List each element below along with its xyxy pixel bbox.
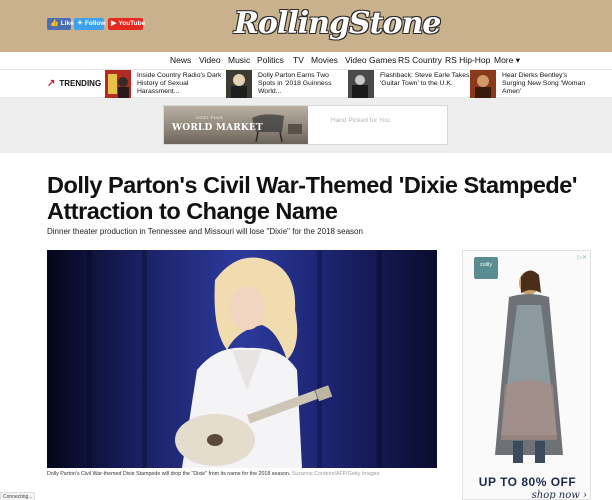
model-dress-image (495, 270, 563, 463)
nav-item-news[interactable]: News (170, 55, 191, 65)
world-market-logo: WORLD MARKET (172, 123, 263, 133)
trending-thumbnail[interactable] (105, 70, 131, 98)
trending-bar: ↗ TRENDING Inside Country Radio's Dark H… (0, 70, 612, 98)
trending-item-link[interactable]: Flashback: Steve Earle Takes 'Guitar Tow… (380, 72, 470, 88)
photo-credit: Suzanne Cordeiro/AFP/Getty Images (291, 471, 380, 477)
youtube-button[interactable]: ▶ YouTube (108, 18, 146, 30)
ad-furniture-image: COST PLUS WORLD MARKET (164, 106, 308, 144)
twitter-follow-label: Follow (84, 20, 106, 27)
article-headline: Dolly Parton's Civil War-Themed 'Dixie S… (47, 172, 577, 224)
main-nav: News Video Music Politics TV Movies Vide… (0, 52, 612, 70)
ad-cost-plus-text: COST PLUS (196, 115, 224, 120)
image-caption: Dolly Parton's Civil War-themed Dixie St… (47, 471, 379, 477)
nav-item-tv[interactable]: TV (293, 55, 304, 65)
twitter-bird-icon: ✦ (77, 20, 83, 27)
facebook-like-button[interactable]: 👍 Like (47, 18, 74, 30)
nav-item-movies[interactable]: Movies (311, 55, 338, 65)
nav-item-more[interactable]: More ▾ (494, 55, 520, 66)
youtube-label: YouTube (118, 20, 146, 27)
facebook-like-label: Like (60, 20, 74, 27)
trending-item-link[interactable]: Inside Country Radio's Dark History of S… (137, 72, 227, 96)
nav-item-rs-hip-hop[interactable]: RS Hip-Hop (445, 55, 490, 65)
zulily-side-ad[interactable]: zulily ▷✕ UP TO 80% OFF shop now › (462, 250, 591, 500)
trending-label-text: TRENDING (59, 79, 102, 88)
rolling-stone-logo[interactable]: RollingStone (234, 6, 441, 41)
trending-item-link[interactable]: Hear Dierks Bentley's Surging New Song '… (502, 72, 592, 96)
nav-item-video[interactable]: Video (199, 55, 221, 65)
twitter-follow-button[interactable]: ✦ Follow (74, 18, 106, 30)
ad-choices-icon[interactable]: ▷✕ (577, 254, 587, 261)
article-hero-image[interactable] (47, 250, 437, 468)
nav-item-video-games[interactable]: Video Games (345, 55, 396, 65)
site-header: 👍 Like ✦ Follow ▶ YouTube RollingStone (0, 0, 612, 52)
nav-item-rs-country[interactable]: RS Country (398, 55, 442, 65)
article-subhead: Dinner theater production in Tennessee a… (47, 227, 363, 236)
thumbs-up-icon: 👍 (50, 20, 59, 27)
ad-offer-text: UP TO 80% OFF (478, 475, 577, 489)
browser-status-bar: Connecting... (0, 492, 36, 500)
trending-thumbnail[interactable] (470, 70, 496, 98)
trending-arrow-icon: ↗ (47, 78, 56, 89)
nav-item-politics[interactable]: Politics (257, 55, 284, 65)
shop-now-link[interactable]: shop now › (463, 490, 587, 499)
trending-thumbnail[interactable] (348, 70, 374, 98)
nav-item-music[interactable]: Music (228, 55, 250, 65)
ad-banner-area: COST PLUS WORLD MARKET Hand Picked for Y… (0, 98, 612, 153)
trending-label: ↗ TRENDING (47, 78, 101, 89)
youtube-play-icon: ▶ (111, 20, 117, 27)
performer-illustration (175, 257, 333, 468)
caption-text: Dolly Parton's Civil War-themed Dixie St… (47, 471, 291, 477)
trending-item-link[interactable]: Dolly Parton Earns Two Spots in '2018 Gu… (258, 72, 348, 96)
world-market-ad[interactable]: COST PLUS WORLD MARKET Hand Picked for Y… (163, 105, 448, 145)
ad-tagline: Hand Picked for You (331, 117, 390, 124)
trending-thumbnail[interactable] (226, 70, 252, 98)
